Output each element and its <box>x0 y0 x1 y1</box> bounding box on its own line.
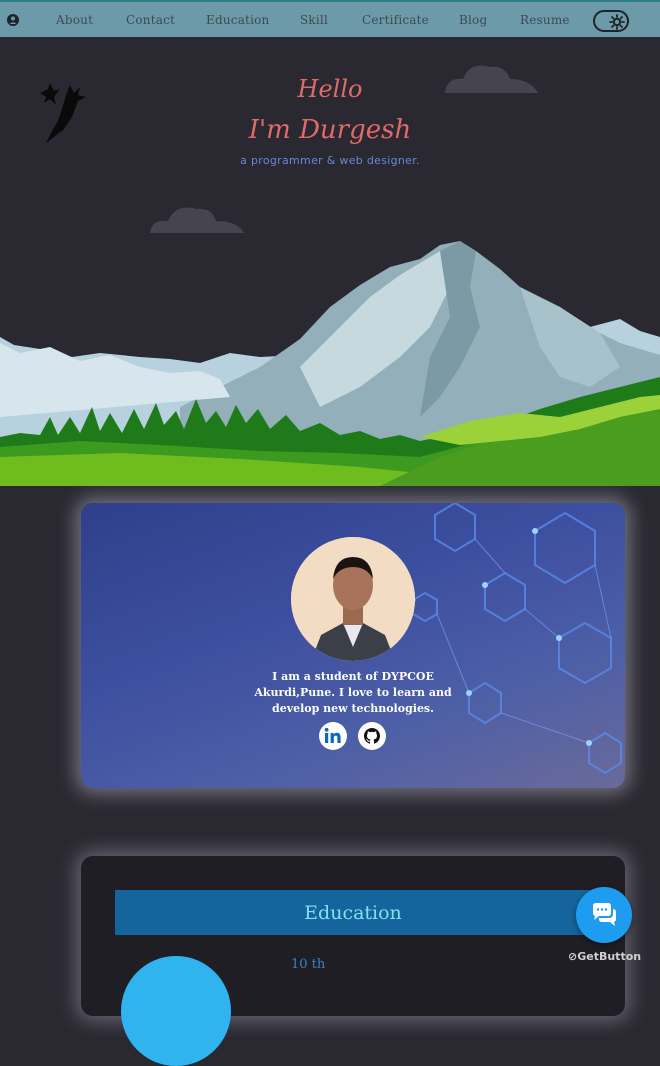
avatar <box>291 537 415 661</box>
cloud-icon <box>150 207 244 233</box>
education-title: Education <box>115 890 591 935</box>
nav-education[interactable]: Education <box>206 13 269 27</box>
linkedin-button[interactable] <box>319 722 347 750</box>
nav-skill[interactable]: Skill <box>300 13 328 27</box>
hero-section: Hello I'm Durgesh a programmer & web des… <box>0 37 660 486</box>
profile-card: I am a student of DYPCOE Akurdi,Pune. I … <box>81 503 625 788</box>
getbutton-brand[interactable]: ⊘GetButton <box>568 950 641 963</box>
mountain-landscape <box>0 65 660 486</box>
education-year: 10 th <box>291 957 326 972</box>
chat-icon <box>593 903 616 926</box>
getbutton-logo-icon: ⊘ <box>568 950 578 963</box>
profile-bio: I am a student of DYPCOE Akurdi,Pune. I … <box>254 670 452 715</box>
chat-button[interactable] <box>576 887 632 943</box>
nav-contact[interactable]: Contact <box>126 13 175 27</box>
github-icon <box>363 728 381 744</box>
nav-about[interactable]: About <box>56 13 93 27</box>
theme-toggle[interactable] <box>593 10 629 32</box>
linkedin-icon <box>324 727 341 743</box>
profile-photo <box>291 537 415 661</box>
nav-resume[interactable]: Resume <box>520 13 570 27</box>
github-button[interactable] <box>358 722 386 750</box>
hexagon-network-background <box>410 503 622 775</box>
school-icon <box>121 956 231 1066</box>
education-card: Education 10 th <box>81 856 625 1066</box>
navbar: About Contact Education Skill Certificat… <box>0 0 660 37</box>
nav-certificate[interactable]: Certificate <box>362 13 429 27</box>
getbutton-label: GetButton <box>577 950 642 963</box>
sun-icon <box>609 14 625 30</box>
user-icon[interactable] <box>7 14 19 26</box>
hero-name: I'm Durgesh <box>248 115 412 145</box>
hero-tagline: a programmer & web designer. <box>240 154 420 167</box>
nav-blog[interactable]: Blog <box>459 13 487 27</box>
hero-hello: Hello <box>297 75 363 103</box>
